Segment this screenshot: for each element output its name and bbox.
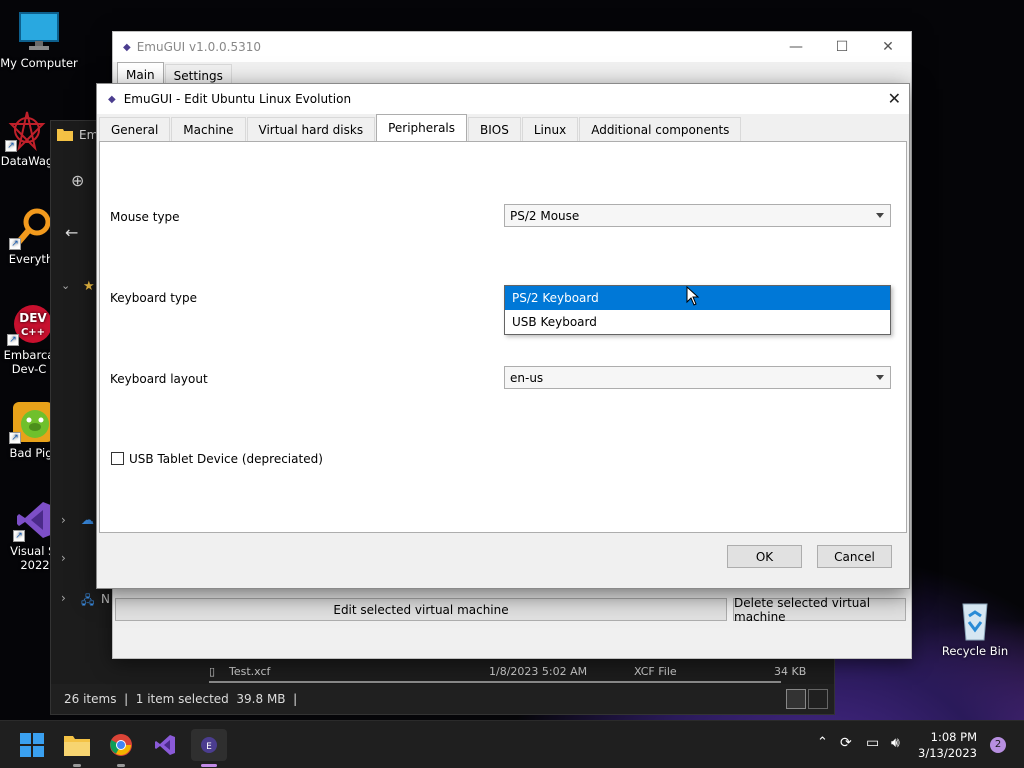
cancel-button[interactable]: Cancel (817, 545, 892, 568)
svg-text:C++: C++ (21, 327, 45, 338)
status-text: 26 items | 1 item selected 39.8 MB | (64, 692, 298, 706)
clock-date: 3/13/2023 (918, 746, 977, 760)
peripherals-panel: Mouse type PS/2 Mouse Keyboard type PS/2… (99, 141, 907, 533)
file-name: Test.xcf (229, 665, 271, 678)
desktop-icon-recycle-bin[interactable]: Recycle Bin (936, 598, 1014, 658)
minimize-icon[interactable]: — (773, 32, 819, 62)
devc-icon: DEV C++ ↗ (7, 302, 52, 346)
main-titlebar[interactable]: ◆ EmuGUI v1.0.0.5310 — ☐ ✕ (113, 32, 911, 62)
file-row[interactable]: ▯ Test.xcf 1/8/2023 5:02 AM XCF File 34 … (209, 665, 829, 679)
tiles-view-icon[interactable] (808, 689, 828, 709)
taskbar: E ⌃ ⟳ ▭ 🔊︎ 1:08 PM 3/13/2023 2 (0, 720, 1024, 768)
usb-tablet-label: USB Tablet Device (depreciated) (129, 452, 323, 466)
desktop-icon-label: Bad Pig (9, 446, 53, 460)
display-icon[interactable]: ▭ (866, 735, 879, 751)
keyboard-type-label: Keyboard type (110, 291, 198, 305)
datawag-icon: ↗ (5, 108, 49, 152)
maximize-icon[interactable]: ☐ (819, 32, 865, 62)
star-icon: ★ (83, 279, 95, 294)
recycle-bin-icon (953, 598, 997, 642)
dialog-titlebar[interactable]: ◆ EmuGUI - Edit Ubuntu Linux Evolution ✕ (97, 84, 909, 114)
desktop-icon-label: Everyth (8, 252, 54, 266)
explorer-status-bar: 26 items | 1 item selected 39.8 MB | (51, 684, 834, 714)
tab-additional-components[interactable]: Additional components (579, 117, 742, 141)
mouse-type-label: Mouse type (110, 210, 180, 224)
tab-linux[interactable]: Linux (521, 117, 579, 141)
keyboard-layout-value: en-us (510, 370, 544, 385)
tab-virtual-hard-disks[interactable]: Virtual hard disks (246, 117, 376, 141)
keyboard-layout-select[interactable]: en-us (504, 366, 891, 389)
chrome-icon[interactable] (103, 729, 139, 767)
desktop-icon-label: DataWag (0, 154, 54, 168)
tab-machine[interactable]: Machine (171, 117, 246, 141)
magnifier-icon: ↗ (9, 206, 53, 250)
mouse-cursor-icon (686, 285, 700, 309)
clock[interactable]: 1:08 PM 3/13/2023 (918, 729, 977, 761)
back-arrow-icon[interactable]: ← (65, 223, 78, 242)
visual-studio-taskbar-icon[interactable] (147, 729, 183, 761)
file-type: XCF File (634, 665, 677, 678)
notification-badge[interactable]: 2 (990, 737, 1006, 753)
dialog-title: EmuGUI - Edit Ubuntu Linux Evolution (123, 92, 352, 106)
keyboard-option-usb[interactable]: USB Keyboard (505, 310, 890, 334)
file-explorer-taskbar-icon[interactable] (59, 729, 95, 767)
file-icon: ▯ (209, 665, 216, 678)
clock-time: 1:08 PM (930, 730, 977, 744)
usb-tablet-checkbox[interactable] (111, 452, 124, 465)
monitor-icon (17, 10, 61, 54)
details-view-icon[interactable] (786, 689, 806, 709)
app-icon: ◆ (123, 41, 131, 53)
edit-vm-button[interactable]: Edit selected virtual machine (115, 598, 727, 621)
new-tab-icon[interactable]: ⊕ (71, 171, 84, 190)
edit-vm-dialog[interactable]: ◆ EmuGUI - Edit Ubuntu Linux Evolution ✕… (96, 83, 910, 589)
tab-general[interactable]: General (99, 117, 171, 141)
mouse-type-select[interactable]: PS/2 Mouse (504, 204, 891, 227)
chevron-up-icon[interactable]: ⌃ (817, 735, 828, 750)
desktop-icon-label: My Computer (0, 56, 78, 70)
app-icon: ◆ (108, 93, 116, 105)
main-window-title: EmuGUI v1.0.0.5310 (136, 40, 262, 54)
nav-label-network: N (101, 592, 110, 606)
desktop-icon-my-computer[interactable]: My Computer (0, 10, 78, 70)
horizontal-scrollbar[interactable] (209, 681, 781, 683)
tab-peripherals[interactable]: Peripherals (376, 114, 468, 141)
desktop-icon-label: Recycle Bin (941, 644, 1009, 658)
file-date: 1/8/2023 5:02 AM (489, 665, 588, 678)
ok-button[interactable]: OK (727, 545, 802, 568)
chevron-right-icon[interactable]: › (61, 591, 66, 605)
tab-bios[interactable]: BIOS (468, 117, 521, 141)
start-button[interactable] (14, 729, 50, 761)
pig-icon: ↗ (9, 400, 53, 444)
close-icon[interactable]: ✕ (888, 89, 901, 108)
emugui-taskbar-icon[interactable]: E (191, 729, 227, 767)
folder-icon (57, 127, 73, 144)
mouse-type-value: PS/2 Mouse (510, 208, 580, 223)
network-icon: 🖧 (81, 593, 95, 607)
onedrive-icon: ☁ (81, 513, 94, 528)
close-icon[interactable]: ✕ (865, 32, 911, 62)
svg-text:E: E (206, 742, 212, 752)
chevron-right-icon[interactable]: › (61, 551, 66, 565)
file-size: 34 KB (774, 665, 807, 678)
keyboard-layout-label: Keyboard layout (110, 372, 208, 386)
svg-text:DEV: DEV (19, 311, 47, 325)
sync-icon[interactable]: ⟳ (840, 735, 852, 751)
chevron-down-icon (876, 375, 884, 380)
desktop-icon-label: Embarca Dev-C (3, 348, 55, 376)
chevron-down-icon[interactable]: ⌄ (61, 279, 70, 292)
chevron-down-icon (876, 213, 884, 218)
windows-icon (20, 733, 44, 757)
delete-vm-button[interactable]: Delete selected virtual machine (733, 596, 906, 624)
chevron-right-icon[interactable]: › (61, 513, 66, 527)
volume-icon[interactable]: 🔊︎ (891, 735, 900, 751)
